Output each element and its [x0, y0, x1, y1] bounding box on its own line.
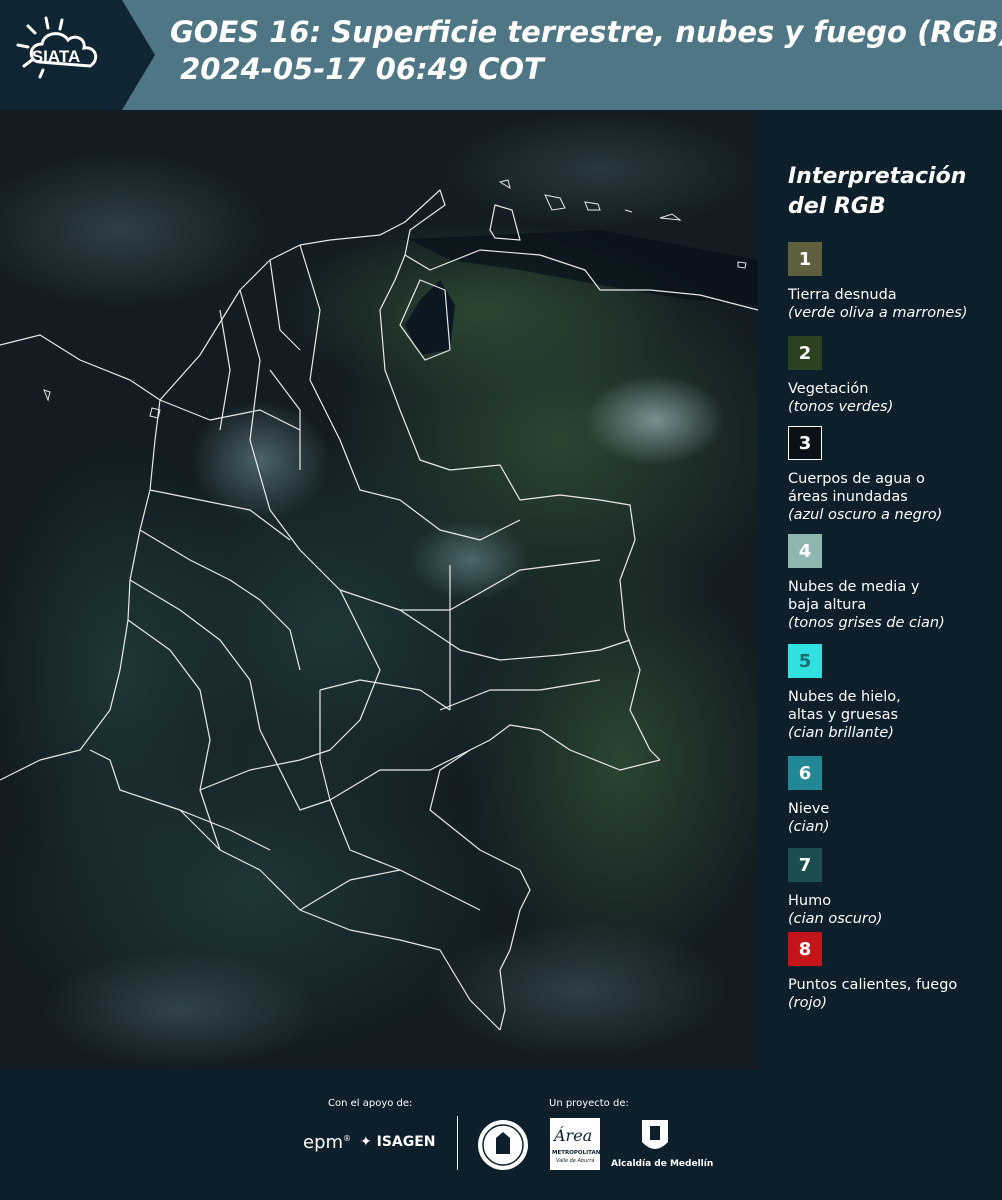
satellite-map[interactable]	[0, 110, 758, 1070]
legend-item-desc: (cian)	[788, 819, 830, 835]
legend-item: 1 Tierra desnuda (verde oliva a marrones)	[788, 242, 993, 322]
siata-logo: SIATA	[0, 0, 155, 110]
legend-item-desc: (verde oliva a marrones)	[788, 305, 968, 321]
legend-item-name: Humo	[788, 893, 832, 909]
seal-logo	[478, 1120, 528, 1170]
legend-item-desc: (cian brillante)	[788, 725, 894, 741]
alcaldia-text: Alcaldía de Medellín	[611, 1159, 714, 1169]
logo-text: SIATA	[32, 47, 80, 66]
legend-item-desc: (tonos grises de cian)	[788, 615, 945, 631]
legend-item-desc: (rojo)	[788, 995, 828, 1011]
title-line-1: GOES 16: Superficie terrestre, nubes y f…	[170, 15, 1002, 49]
legend-item: 2 Vegetación (tonos verdes)	[788, 336, 993, 416]
legend-item-name: Nubes de media y baja altura	[788, 579, 920, 613]
legend-item-name: Tierra desnuda	[788, 287, 897, 303]
page-title: GOES 16: Superficie terrestre, nubes y f…	[170, 14, 1002, 88]
legend-title-line-1: Interpretación	[788, 164, 967, 189]
alcaldia-shield-icon	[642, 1120, 668, 1149]
footer-divider	[457, 1116, 458, 1170]
legend-swatch: 3	[788, 426, 822, 460]
legend-swatch: 5	[788, 644, 822, 678]
legend-item-name: Cuerpos de agua o áreas inundadas	[788, 471, 925, 505]
legend-item-desc: (azul oscuro a negro)	[788, 507, 943, 523]
legend-swatch: 7	[788, 848, 822, 882]
legend-swatch: 1	[788, 242, 822, 276]
isagen-logo: ✦ ISAGEN	[360, 1134, 436, 1150]
legend-title-line-2: del RGB	[788, 194, 886, 219]
legend-item-name: Vegetación	[788, 381, 869, 397]
support-label: Con el apoyo de:	[328, 1098, 413, 1109]
legend-swatch: 8	[788, 932, 822, 966]
header-bar: SIATA GOES 16: Superficie terrestre, nub…	[0, 0, 1002, 110]
legend-item: 3 Cuerpos de agua o áreas inundadas (azul …	[788, 426, 993, 524]
legend-swatch: 2	[788, 336, 822, 370]
legend-item-name: Nieve	[788, 801, 830, 817]
footer: Con el apoyo de: Un proyecto de: epm® ✦ …	[0, 1070, 1002, 1200]
area-name: Área	[554, 1126, 593, 1145]
legend-item: 8 Puntos calientes, fuego (rojo)	[788, 932, 993, 1012]
legend-item: 5 Nubes de hielo, altas y gruesas (cian br…	[788, 644, 993, 742]
area-sub: METROPOLITANA	[552, 1150, 605, 1156]
isagen-text: ISAGEN	[376, 1134, 436, 1150]
project-label: Un proyecto de:	[549, 1098, 629, 1109]
isagen-icon: ✦	[360, 1134, 372, 1150]
legend-item-name: Puntos calientes, fuego	[788, 977, 958, 993]
legend-item-name: Nubes de hielo, altas y gruesas	[788, 689, 901, 723]
legend-item: 7 Humo (cian oscuro)	[788, 848, 993, 928]
epm-logo: epm®	[303, 1132, 352, 1153]
epm-text: epm	[303, 1132, 344, 1153]
legend-item: 6 Nieve (cian)	[788, 756, 993, 836]
area-metropolitana-logo: Área METROPOLITANA Valle de Aburrá	[550, 1118, 605, 1170]
rgb-legend: Interpretación del RGB 1 Tierra desnuda (v…	[762, 110, 1002, 1070]
legend-swatch: 6	[788, 756, 822, 790]
legend-title: Interpretación del RGB	[788, 162, 966, 222]
legend-item: 4 Nubes de media y baja altura (tonos gris…	[788, 534, 993, 632]
title-line-2: 2024-05-17 06:49 COT	[170, 52, 544, 86]
legend-swatch: 4	[788, 534, 822, 568]
area-sub-2: Valle de Aburrá	[556, 1158, 595, 1164]
legend-item-desc: (cian oscuro)	[788, 911, 883, 927]
legend-item-desc: (tonos verdes)	[788, 399, 894, 415]
map-svg	[0, 110, 758, 1070]
